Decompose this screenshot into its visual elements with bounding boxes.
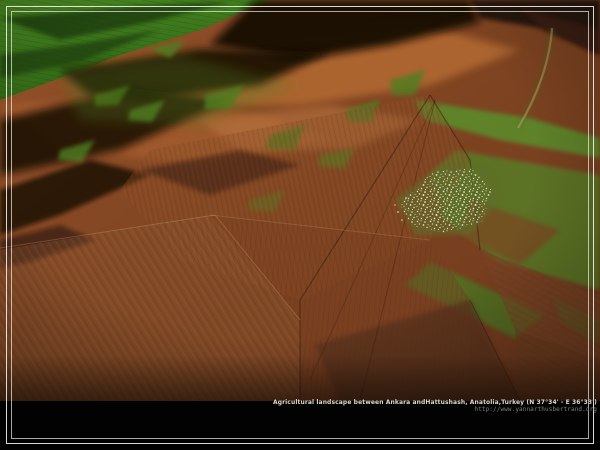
aerial-photo [0, 0, 600, 450]
wallpaper: Agricultural landscape between Ankara an… [0, 0, 600, 450]
vignette [0, 0, 600, 401]
photo-caption: Agricultural landscape between Ankara an… [273, 399, 597, 406]
photo-credit-url: http://www.yannarthusbertrand.org [273, 406, 597, 413]
caption: Agricultural landscape between Ankara an… [273, 399, 597, 413]
bottom-fade [0, 355, 600, 401]
